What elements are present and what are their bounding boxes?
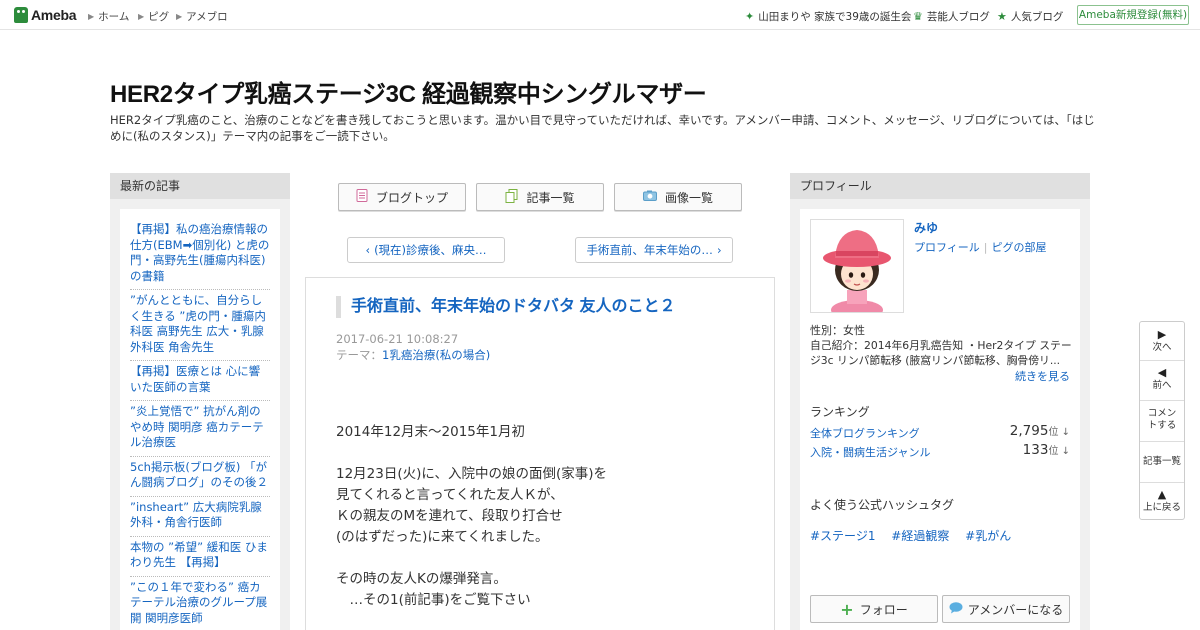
recent-entry-link[interactable]: ”insheart” 広大病院乳腺外科・角舎行医師	[130, 497, 270, 537]
star-icon: ★	[997, 10, 1007, 23]
next-entry-button[interactable]: 手術直前、年末年始の… ›	[575, 237, 733, 263]
speech-bubble-icon	[949, 601, 963, 617]
ameba-logo-icon	[14, 7, 28, 23]
read-more-link[interactable]: 続きを見る	[1015, 368, 1070, 384]
recent-entry-link[interactable]: ”炎上覚悟で” 抗がん剤のやめ時 関明彦 癌カテーテル治療医	[130, 401, 270, 457]
divider	[1140, 400, 1184, 401]
tab-blog-top[interactable]: ブログトップ	[338, 183, 466, 211]
float-prev-button[interactable]: ◀ 前へ	[1140, 366, 1184, 392]
entry-date: 2017-06-21 10:08:27	[336, 332, 459, 346]
ranking-name-link[interactable]: 入院・闘病生活ジャンル	[810, 444, 930, 460]
celebrity-blog-link[interactable]: ♛ 芸能人ブログ	[913, 9, 990, 24]
triangle-left-icon: ◀	[1157, 366, 1167, 379]
nav-ameblo-link[interactable]: ▶ アメブロ	[176, 9, 228, 24]
tab-image-list[interactable]: 画像一覧	[614, 183, 742, 211]
entry-theme-link[interactable]: 1乳癌治療(私の場合)	[382, 348, 490, 362]
entry-title[interactable]: 手術直前、年末年始のドタバタ 友人のこと２	[336, 296, 675, 318]
divider	[1140, 360, 1184, 361]
recent-entry-link[interactable]: ”がんとともに、自分らしく生きる ”虎の門・腫瘍内科医 高野先生 広大・乳腺外科…	[130, 290, 270, 361]
ranking-value: 133位 ↓	[1022, 442, 1070, 458]
link-separator: |	[983, 241, 988, 254]
hashtag-link[interactable]: #乳がん	[965, 529, 1011, 543]
avatar-illustration	[811, 220, 903, 312]
recent-entry-link[interactable]: 【再掲】医療とは 心に響いた医師の言葉	[130, 361, 270, 401]
sparkle-icon: ✦	[745, 10, 755, 23]
profile-links: プロフィール | ピグの部屋	[914, 239, 1047, 255]
entry-body-line: その時の友人Kの爆弾発言。	[336, 571, 507, 587]
article: 手術直前、年末年始のドタバタ 友人のこと２ 2017-06-21 10:08:2…	[305, 277, 775, 630]
nav-pigg-link[interactable]: ▶ ピグ	[138, 9, 169, 24]
entry-body-line: 見てくれると言ってくれた友人Ｋが、	[336, 487, 564, 503]
recent-entries-panel: 最新の記事 【再掲】私の癌治療情報の仕方(EBM➡個別化) と虎の門・高野先生(…	[110, 173, 290, 630]
ranking-value: 2,795位 ↓	[1009, 423, 1070, 439]
float-entry-list-button[interactable]: 記事一覧	[1140, 456, 1184, 468]
entry-body-line	[336, 548, 607, 569]
popular-blog-link[interactable]: ★ 人気ブログ	[997, 9, 1063, 24]
pigg-room-link[interactable]: ピグの部屋	[992, 241, 1047, 254]
chevron-right-icon: ›	[716, 243, 722, 257]
ranking-heading: ランキング	[810, 405, 870, 419]
hashtag-link[interactable]: #経過観察	[891, 529, 949, 543]
camera-icon	[642, 190, 657, 204]
follow-button[interactable]: + フォロー	[810, 595, 938, 623]
tab-entry-list[interactable]: 記事一覧	[476, 183, 604, 211]
trending-topic-link[interactable]: ✦ 山田まりや 家族で39歳の誕生会	[745, 9, 911, 24]
document-icon	[356, 189, 368, 205]
hashtag-heading: よく使う公式ハッシュタグ	[810, 498, 955, 512]
global-header: Ameba ▶ ホーム ▶ ピグ ▶ アメブロ ✦ 山田まりや 家族で39歳の誕生会 ♛…	[0, 0, 1200, 30]
crown-icon: ♛	[913, 10, 923, 23]
floating-navigation: ▶ 次へ ◀ 前へ コメントする 記事一覧 ▲ 上に戻る	[1139, 321, 1185, 520]
entry-body-line: 2014年12月末～2015年1月初	[336, 424, 525, 440]
previous-entry-button[interactable]: ‹ (現在)診療後、麻央…	[347, 237, 505, 263]
profile-link[interactable]: プロフィール	[914, 241, 980, 254]
profile-gender: 性別：女性	[810, 324, 865, 337]
nav-home-link[interactable]: ▶ ホーム	[88, 9, 129, 24]
chevron-right-icon: ▶	[138, 12, 145, 21]
copy-icon	[505, 188, 518, 206]
avatar[interactable]	[810, 219, 904, 313]
hashtag-link[interactable]: #ステージ1	[810, 529, 875, 543]
signup-button[interactable]: Ameba新規登録(無料)	[1077, 5, 1189, 25]
blog-description: HER2タイプ乳癌のこと、治療のことなどを書き残しておこうと思います。温かい目で…	[110, 113, 1095, 143]
divider	[1140, 441, 1184, 442]
float-back-to-top-button[interactable]: ▲ 上に戻る	[1140, 488, 1184, 514]
entry-body: 2014年12月末～2015年1月初 12月23日(火)に、入院中の娘の面倒(家…	[336, 422, 607, 611]
chevron-right-icon: ▶	[88, 12, 95, 21]
triangle-right-icon: ▶	[1157, 328, 1167, 341]
triangle-up-icon: ▲	[1157, 488, 1167, 501]
ranking-row: 全体ブログランキング 2,795位 ↓	[810, 423, 1070, 441]
blog-title[interactable]: HER2タイプ乳癌ステージ3C 経過観察中シングルマザー	[110, 74, 707, 109]
recent-entry-link[interactable]: 5ch掲示板(ブログ板) 「がん闘病ブログ」のその後２	[130, 457, 270, 497]
entry-body-line: Ｋの親友のMを連れて、段取り打合せ	[336, 508, 563, 524]
profile-nickname[interactable]: みゆ	[914, 219, 938, 236]
entry-body-line: …その1(前記事)をご覧下さい	[336, 592, 531, 608]
float-comment-button[interactable]: コメントする	[1140, 408, 1184, 432]
plus-icon: +	[840, 599, 854, 619]
profile-heading: プロフィール	[790, 173, 1090, 199]
entry-body-line: (のはずだった)に来てくれました。	[336, 529, 549, 545]
entry-theme: テーマ：1乳癌治療(私の場合)	[336, 348, 491, 362]
recent-entries-heading: 最新の記事	[110, 173, 290, 199]
profile-box: みゆ プロフィール | ピグの部屋 性別：女性 自己紹介：2014年6月乳癌告知 ・…	[800, 209, 1080, 630]
profile-panel: プロフィール みゆ プロフィール | ピグの部屋 性別：女性 自己紹介：2014…	[790, 173, 1090, 630]
chevron-right-icon: ▶	[176, 12, 183, 21]
recent-entry-link[interactable]: ”この１年で変わる” 癌カテーテル治療のグループ展開 関明彦医師	[130, 577, 270, 630]
entry-body-line	[336, 443, 607, 464]
ameba-logo[interactable]: Ameba	[14, 6, 76, 24]
divider	[1140, 482, 1184, 483]
hashtag-list: #ステージ1 #経過観察 #乳がん	[810, 527, 1023, 544]
ranking-row: 入院・闘病生活ジャンル 133位 ↓	[810, 442, 1070, 460]
profile-intro: 自己紹介：2014年6月乳癌告知 ・Her2タイプ ステージ3c リンパ節転移 …	[810, 339, 1072, 367]
float-next-button[interactable]: ▶ 次へ	[1140, 328, 1184, 354]
recent-entry-link[interactable]: 本物の ”希望” 緩和医 ひまわり先生 【再掲】	[130, 537, 270, 577]
amember-button[interactable]: アメンバーになる	[942, 595, 1070, 623]
entry-body-line: 12月23日(火)に、入院中の娘の面倒(家事)を	[336, 466, 608, 482]
chevron-left-icon: ‹	[365, 243, 371, 257]
recent-entries-list: 【再掲】私の癌治療情報の仕方(EBM➡個別化) と虎の門・高野先生(腫瘍内科医)…	[120, 209, 280, 630]
recent-entry-link[interactable]: 【再掲】私の癌治療情報の仕方(EBM➡個別化) と虎の門・高野先生(腫瘍内科医)…	[130, 219, 270, 290]
ranking-name-link[interactable]: 全体ブログランキング	[810, 425, 920, 441]
